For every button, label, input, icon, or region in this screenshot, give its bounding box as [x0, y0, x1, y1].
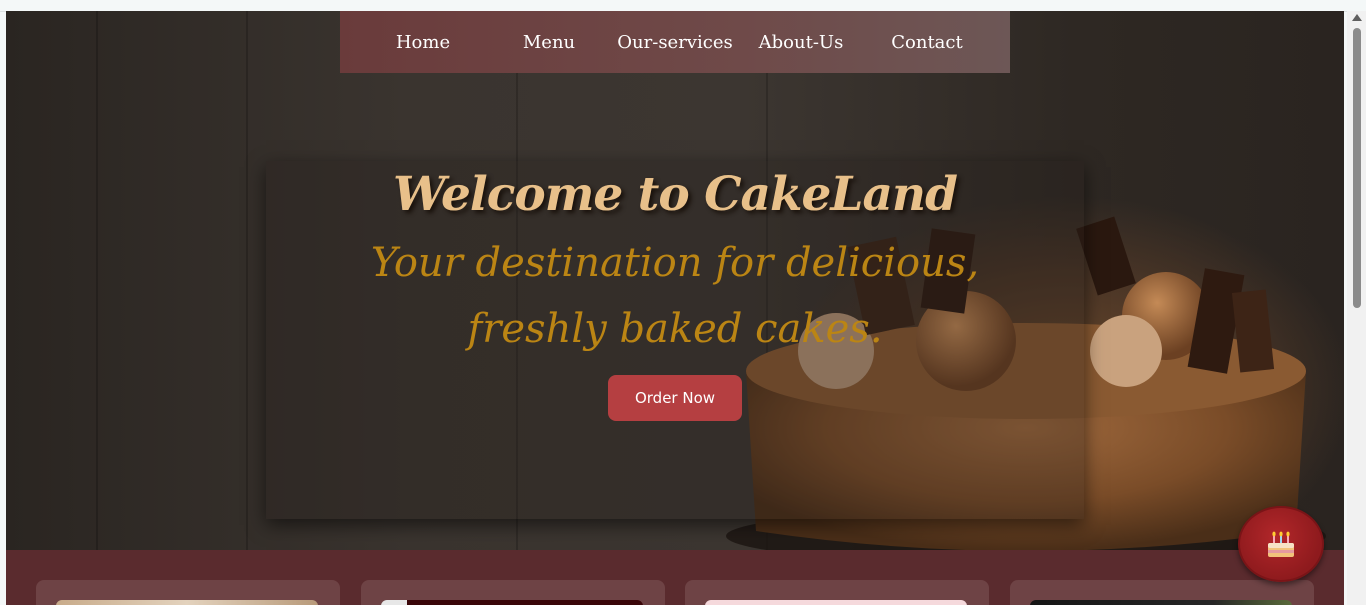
nav-our-services[interactable]: Our-services [612, 32, 738, 53]
scrollbar-thumb[interactable] [1353, 28, 1361, 308]
welcome-subtitle: Your destination for delicious, freshly … [370, 240, 980, 352]
scroll-up-arrow-icon[interactable] [1352, 14, 1362, 21]
nav-about-us[interactable]: About-Us [738, 32, 864, 53]
wood-grain [96, 11, 98, 550]
order-now-button[interactable]: Order Now [608, 375, 742, 421]
menu-card-image [1030, 600, 1292, 605]
birthday-cake-icon [1268, 531, 1294, 557]
hero-section: Home Menu Our-services About-Us Contact … [6, 11, 1344, 550]
wood-grain [246, 11, 248, 550]
welcome-panel: Welcome to CakeLand Your destination for… [266, 161, 1084, 519]
menu-card[interactable] [685, 580, 989, 605]
nav-menu[interactable]: Menu [486, 32, 612, 53]
floating-cake-button[interactable] [1238, 506, 1324, 582]
menu-card[interactable] [361, 580, 665, 605]
menu-card-image [705, 600, 967, 605]
menu-card[interactable] [1010, 580, 1314, 605]
main-navbar: Home Menu Our-services About-Us Contact [340, 11, 1010, 73]
nav-contact[interactable]: Contact [864, 32, 990, 53]
page-viewport: Home Menu Our-services About-Us Contact … [6, 11, 1344, 605]
menu-card-image [56, 600, 318, 605]
welcome-title: Welcome to CakeLand [393, 167, 958, 222]
menu-preview-section [6, 550, 1344, 605]
menu-card[interactable] [36, 580, 340, 605]
vertical-scrollbar[interactable] [1347, 11, 1366, 605]
nav-home[interactable]: Home [360, 32, 486, 53]
menu-card-image [381, 600, 643, 605]
